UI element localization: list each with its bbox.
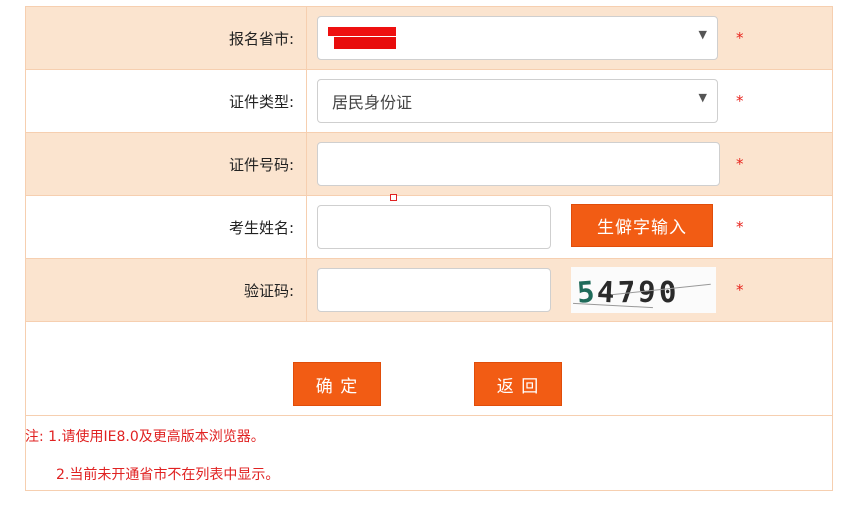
row-id-number: 证件号码: * [26, 132, 832, 195]
focus-marker [390, 194, 397, 201]
note-line-2: 2.当前未开通省市不在列表中显示。 [56, 467, 280, 483]
name-input[interactable] [317, 205, 551, 249]
row-id-type: 证件类型: 居民身份证 ▼ * [26, 69, 832, 132]
redacted-value [328, 27, 396, 50]
actions-row: 确 定 返 回 [26, 321, 832, 415]
required-mark: * [736, 92, 744, 110]
notes: 注: 1.请使用IE8.0及更高版本浏览器。 2.当前未开通省市不在列表中显示。 [25, 415, 832, 491]
row-name: 考生姓名: 生僻字输入 * [26, 195, 832, 258]
note-line-1: 注: 1.请使用IE8.0及更高版本浏览器。 [25, 429, 265, 445]
required-mark: * [736, 155, 744, 173]
rare-character-button[interactable]: 生僻字输入 [571, 204, 713, 247]
row-captcha: 验证码: 54790 * [26, 258, 832, 321]
row-province: 报名省市: ▼ * [26, 6, 832, 69]
name-label: 考生姓名: [26, 196, 307, 258]
captcha-input[interactable] [317, 268, 551, 312]
id-number-input[interactable] [317, 142, 720, 186]
chevron-down-icon: ▼ [698, 91, 707, 104]
province-select[interactable]: ▼ [317, 16, 718, 60]
captcha-label: 验证码: [26, 259, 307, 321]
confirm-button[interactable]: 确 定 [293, 362, 381, 406]
id-number-label: 证件号码: [26, 133, 307, 195]
back-button[interactable]: 返 回 [474, 362, 562, 406]
registration-form: 报名省市: ▼ * 证件类型: 居民身份证 ▼ * 证件号码: * 考生姓名: … [25, 6, 833, 491]
id-type-select[interactable]: 居民身份证 ▼ [317, 79, 718, 123]
province-label: 报名省市: [26, 7, 307, 69]
required-mark: * [736, 218, 744, 236]
required-mark: * [736, 29, 744, 47]
chevron-down-icon: ▼ [698, 28, 707, 41]
id-type-label: 证件类型: [26, 70, 307, 132]
required-mark: * [736, 281, 744, 299]
captcha-digit: 0 [657, 274, 681, 310]
id-type-value: 居民身份证 [332, 93, 413, 112]
captcha-image[interactable]: 54790 [571, 267, 716, 313]
